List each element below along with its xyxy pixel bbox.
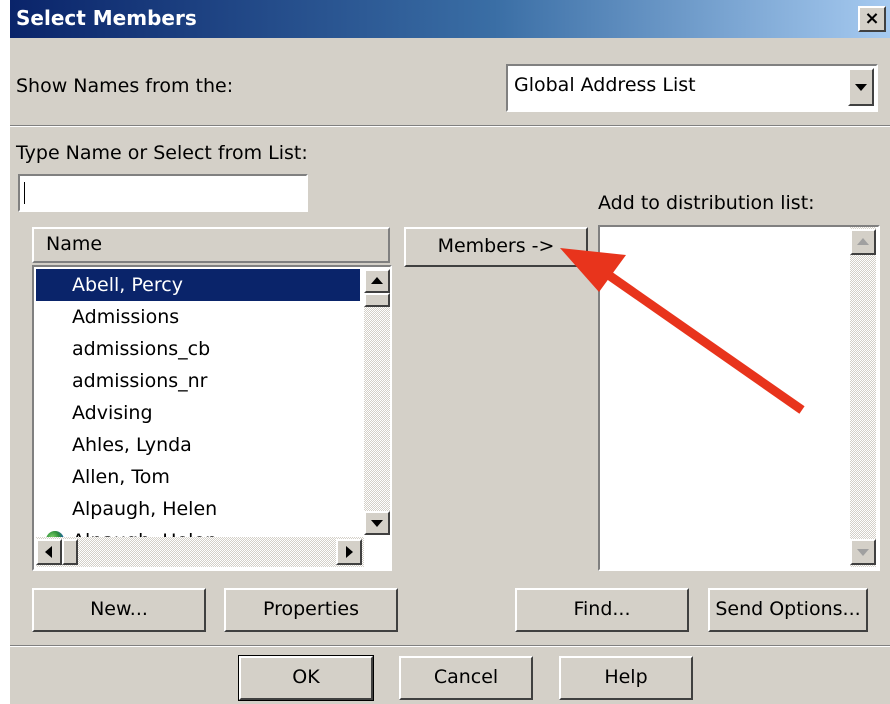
- title-bar[interactable]: Select Members ×: [10, 0, 890, 38]
- dialog-title: Select Members: [16, 6, 197, 30]
- list-item-label: Alpaugh, Helen: [72, 498, 218, 520]
- new-button[interactable]: New...: [32, 588, 206, 632]
- distribution-list-label: Add to distribution list:: [598, 192, 815, 214]
- separator-top: [10, 125, 890, 127]
- list-item[interactable]: Allen, Tom: [36, 461, 360, 493]
- list-item-label: Advising: [72, 402, 153, 424]
- list-item[interactable]: Alpaugh, Helen: [36, 493, 360, 525]
- help-button[interactable]: Help: [559, 656, 693, 700]
- names-listbox[interactable]: Abell, Percy Admissions admissions_cbadmis…: [32, 265, 392, 571]
- chevron-down-icon: [855, 84, 867, 91]
- arrow-down-icon: [371, 520, 383, 527]
- list-item[interactable]: Abell, Percy: [36, 269, 360, 301]
- list-item[interactable]: admissions_nr: [36, 365, 360, 397]
- distribution-scrollbar[interactable]: [850, 227, 876, 567]
- scroll-down-button[interactable]: [364, 511, 390, 535]
- select-members-dialog: Select Members × Show Names from the: Gl…: [10, 0, 890, 704]
- horizontal-scrollbar[interactable]: [36, 537, 364, 567]
- horizontal-scroll-thumb[interactable]: [62, 539, 78, 565]
- properties-button[interactable]: Properties: [224, 588, 398, 632]
- arrow-down-icon: [857, 549, 869, 556]
- show-names-label: Show Names from the:: [16, 75, 234, 97]
- cancel-button[interactable]: Cancel: [399, 656, 533, 700]
- arrow-left-icon: [45, 546, 52, 558]
- vertical-scrollbar[interactable]: [364, 269, 390, 535]
- arrow-up-icon: [857, 238, 869, 245]
- list-item[interactable]: Admissions: [36, 301, 360, 333]
- send-options-button[interactable]: Send Options...: [708, 588, 868, 632]
- arrow-up-icon: [371, 277, 383, 284]
- list-item-label: Abell, Percy: [72, 274, 183, 296]
- distribution-scroll-up-button[interactable]: [850, 229, 876, 255]
- list-item[interactable]: Advising: [36, 397, 360, 429]
- list-item-label: Admissions: [72, 306, 180, 328]
- address-book-select[interactable]: Global Address List: [506, 64, 878, 112]
- scroll-right-button[interactable]: [336, 539, 362, 565]
- close-button[interactable]: ×: [858, 6, 886, 32]
- find-button[interactable]: Find...: [515, 588, 689, 632]
- ok-button[interactable]: OK: [238, 655, 374, 701]
- arrow-right-icon: [346, 546, 353, 558]
- address-book-value: Global Address List: [514, 74, 696, 96]
- list-item-label: Allen, Tom: [72, 466, 170, 488]
- scroll-up-button[interactable]: [364, 269, 390, 293]
- text-caret: [24, 182, 25, 204]
- name-column-header[interactable]: Name: [32, 227, 390, 263]
- separator-bottom: [10, 645, 890, 647]
- list-item[interactable]: admissions_cb: [36, 333, 360, 365]
- distribution-listbox[interactable]: [598, 225, 880, 571]
- vertical-scroll-thumb[interactable]: [364, 293, 390, 307]
- dropdown-arrow-button[interactable]: [848, 68, 874, 106]
- name-search-input[interactable]: [18, 174, 308, 212]
- list-item-label: admissions_nr: [72, 370, 208, 392]
- list-item[interactable]: Ahles, Lynda: [36, 429, 360, 461]
- type-name-label: Type Name or Select from List:: [16, 142, 308, 164]
- members-button[interactable]: Members ->: [404, 227, 588, 267]
- distribution-scroll-down-button[interactable]: [850, 539, 876, 565]
- scroll-left-button[interactable]: [36, 539, 62, 565]
- list-item-label: Ahles, Lynda: [72, 434, 192, 456]
- list-item-label: admissions_cb: [72, 338, 211, 360]
